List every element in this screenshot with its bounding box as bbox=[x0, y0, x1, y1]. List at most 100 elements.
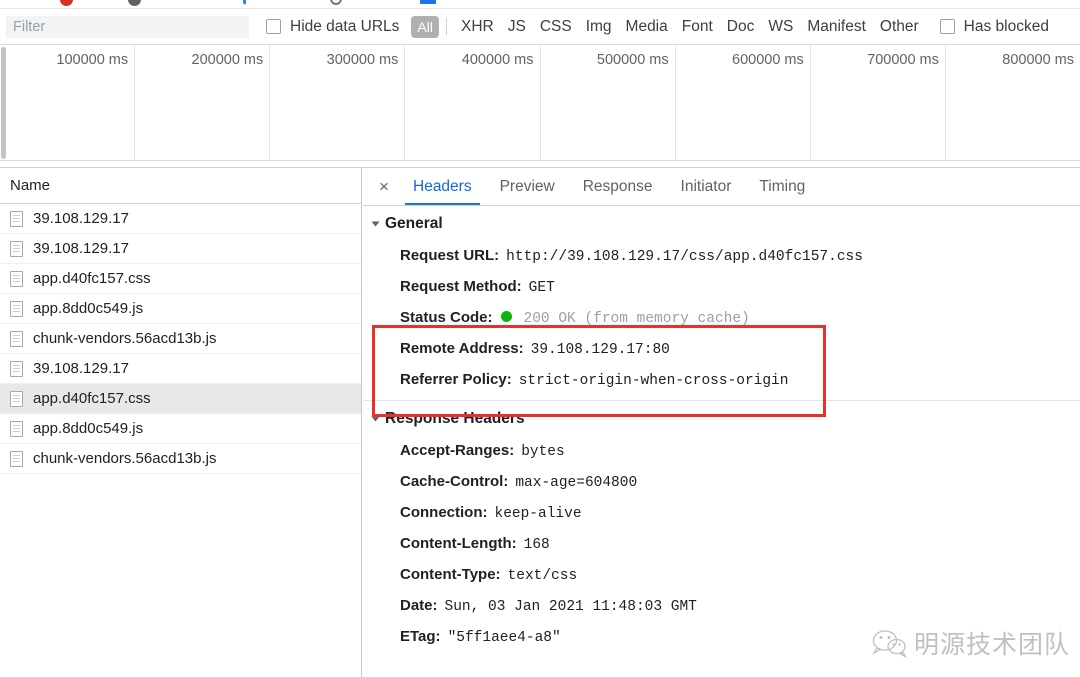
header-row-status-code: Status Code: 200 OK (from memory cache) bbox=[363, 303, 1080, 334]
filter-divider bbox=[445, 18, 447, 35]
table-row[interactable]: 39.108.129.17 bbox=[0, 204, 361, 234]
filter-type-img[interactable]: Img bbox=[579, 16, 619, 38]
clear-icon[interactable] bbox=[128, 0, 141, 6]
close-icon[interactable]: × bbox=[369, 168, 399, 205]
hide-data-urls-label: Hide data URLs bbox=[290, 17, 400, 35]
devtools-toolbar-strip bbox=[0, 0, 1080, 9]
timeline-segment: 400000 ms bbox=[405, 45, 541, 160]
document-icon bbox=[10, 360, 23, 377]
timeline-segment: 100000 ms bbox=[0, 45, 136, 160]
timeline-segment: 200000 ms bbox=[135, 45, 271, 160]
tab-timing[interactable]: Timing bbox=[745, 168, 819, 205]
hide-data-urls-checkbox[interactable]: Hide data URLs bbox=[266, 18, 399, 36]
timeline-overview[interactable]: 100000 ms 200000 ms 300000 ms 400000 ms … bbox=[0, 45, 1080, 168]
header-value: GET bbox=[528, 280, 555, 296]
tab-initiator[interactable]: Initiator bbox=[667, 168, 746, 205]
filter-type-ws[interactable]: WS bbox=[761, 16, 800, 38]
filter-type-doc[interactable]: Doc bbox=[720, 16, 762, 38]
table-row[interactable]: chunk-vendors.56acd13b.js bbox=[0, 444, 361, 474]
header-value: strict-origin-when-cross-origin bbox=[518, 373, 789, 389]
header-row-content-length: Content-Length: 168 bbox=[363, 529, 1080, 560]
table-row[interactable]: app.8dd0c549.js bbox=[0, 414, 361, 444]
search-icon[interactable] bbox=[330, 0, 342, 5]
checkbox-box bbox=[939, 19, 955, 34]
header-key: Accept-Ranges: bbox=[400, 442, 515, 459]
table-row-selected[interactable]: app.d40fc157.css bbox=[0, 384, 361, 414]
table-row[interactable]: app.d40fc157.css bbox=[0, 264, 361, 294]
filter-type-font[interactable]: Font bbox=[675, 16, 720, 38]
has-blocked-checkbox[interactable]: Has blocked bbox=[939, 17, 1049, 36]
table-row[interactable]: 39.108.129.17 bbox=[0, 354, 361, 384]
status-ok-icon bbox=[500, 311, 512, 322]
request-name: chunk-vendors.56acd13b.js bbox=[33, 450, 217, 467]
table-row[interactable]: chunk-vendors.56acd13b.js bbox=[0, 324, 361, 354]
tab-response[interactable]: Response bbox=[569, 168, 667, 205]
header-row-request-method: Request Method: GET bbox=[363, 272, 1080, 303]
request-detail-panel: × Headers Preview Response Initiator Tim… bbox=[363, 168, 1080, 677]
tab-preview[interactable]: Preview bbox=[486, 168, 569, 205]
devtools-network-panel: Hide data URLs All XHR JS CSS Img Media … bbox=[0, 0, 1080, 677]
table-row[interactable]: 39.108.129.17 bbox=[0, 234, 361, 264]
header-row-request-url: Request URL: http://39.108.129.17/css/ap… bbox=[363, 241, 1080, 272]
filter-type-manifest[interactable]: Manifest bbox=[800, 16, 873, 38]
header-row-etag: ETag: "5ff1aee4-a8" bbox=[363, 622, 1080, 653]
timeline-segment: 500000 ms bbox=[541, 45, 676, 160]
header-row-date: Date: Sun, 03 Jan 2021 11:48:03 GMT bbox=[363, 591, 1080, 622]
header-key: Connection: bbox=[400, 504, 488, 521]
request-name: 39.108.129.17 bbox=[33, 210, 129, 227]
has-blocked-label: Has blocked bbox=[963, 17, 1049, 35]
section-title: General bbox=[385, 215, 443, 232]
filter-icon[interactable] bbox=[238, 0, 251, 5]
document-icon bbox=[10, 420, 23, 437]
header-key: Remote Address: bbox=[400, 340, 524, 357]
header-row-cache-control: Cache-Control: max-age=604800 bbox=[363, 467, 1080, 498]
import-har-icon[interactable] bbox=[420, 0, 436, 4]
filter-type-media[interactable]: Media bbox=[619, 16, 675, 38]
filter-toolbar: Hide data URLs All XHR JS CSS Img Media … bbox=[0, 9, 1080, 45]
filter-type-js[interactable]: JS bbox=[501, 16, 533, 38]
timeline-segment: 700000 ms bbox=[811, 45, 946, 160]
header-value[interactable]: http://39.108.129.17/css/app.d40fc157.cs… bbox=[506, 247, 863, 268]
checkbox-box bbox=[266, 19, 281, 34]
header-key: Content-Type: bbox=[400, 566, 501, 583]
document-icon bbox=[10, 450, 23, 467]
filter-type-css[interactable]: CSS bbox=[533, 16, 579, 38]
request-list-header: Name bbox=[0, 168, 361, 204]
filter-type-xhr[interactable]: XHR bbox=[454, 16, 501, 38]
filter-input[interactable] bbox=[6, 15, 249, 38]
section-response-headers[interactable]: Response Headers bbox=[363, 401, 1080, 436]
document-icon bbox=[10, 330, 23, 347]
timeline-tick-label: 500000 ms bbox=[596, 52, 669, 68]
request-name: 39.108.129.17 bbox=[33, 360, 129, 377]
document-icon bbox=[10, 240, 23, 257]
record-icon[interactable] bbox=[60, 0, 73, 6]
header-key: Date: bbox=[400, 597, 438, 614]
section-title: Response Headers bbox=[385, 410, 525, 427]
table-row[interactable]: app.8dd0c549.js bbox=[0, 294, 361, 324]
document-icon bbox=[10, 300, 23, 317]
header-value: text/css bbox=[507, 568, 578, 584]
request-name: chunk-vendors.56acd13b.js bbox=[33, 330, 217, 347]
header-key: Cache-Control: bbox=[400, 473, 509, 490]
timeline-tick-label: 400000 ms bbox=[461, 52, 534, 68]
chevron-down-icon bbox=[371, 221, 380, 227]
filter-type-all[interactable]: All bbox=[411, 15, 439, 38]
overview-grid: 100000 ms 200000 ms 300000 ms 400000 ms … bbox=[0, 45, 1080, 160]
tab-headers[interactable]: Headers bbox=[399, 168, 486, 205]
timeline-tick-label: 800000 ms bbox=[1002, 52, 1074, 68]
header-key: ETag: bbox=[400, 628, 441, 645]
section-general[interactable]: General bbox=[363, 206, 1080, 241]
header-value: 39.108.129.17:80 bbox=[530, 342, 670, 358]
headers-content: General Request URL: http://39.108.129.1… bbox=[363, 206, 1080, 653]
header-key: Request Method: bbox=[400, 278, 522, 295]
chevron-down-icon bbox=[371, 416, 380, 422]
header-key: Content-Length: bbox=[400, 535, 517, 552]
header-key: Request URL: bbox=[400, 247, 500, 264]
header-row-connection: Connection: keep-alive bbox=[363, 498, 1080, 529]
request-name: app.d40fc157.css bbox=[33, 390, 151, 407]
header-key: Status Code: bbox=[400, 309, 493, 326]
header-value: keep-alive bbox=[494, 506, 582, 522]
filter-type-other[interactable]: Other bbox=[873, 16, 926, 38]
timeline-segment: 600000 ms bbox=[676, 45, 811, 160]
document-icon bbox=[10, 270, 23, 287]
